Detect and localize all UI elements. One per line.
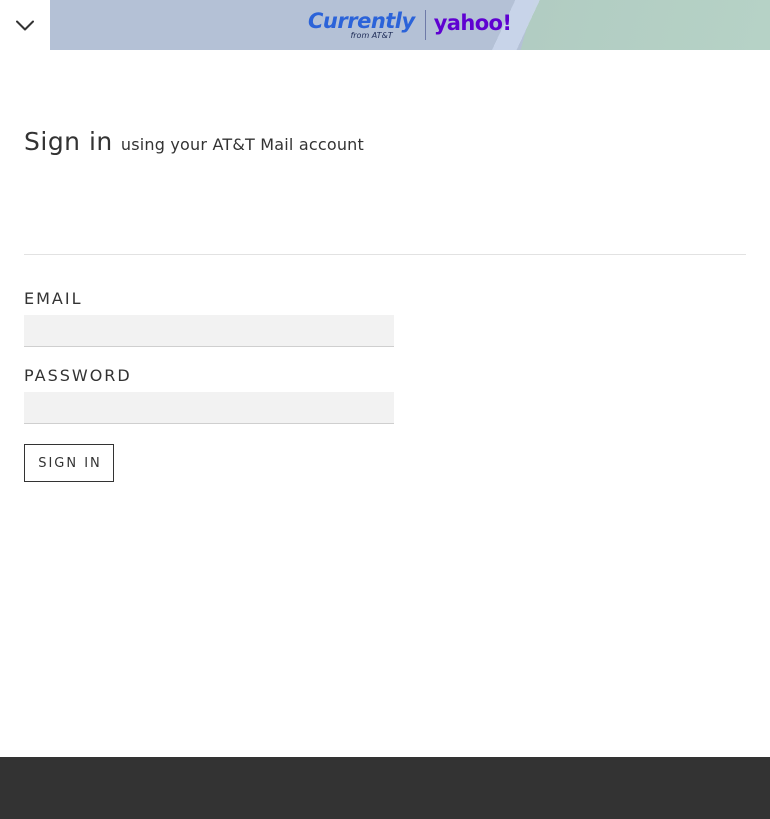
page-footer — [0, 757, 770, 819]
brand-logos: Currently from AT&T yahoo! — [308, 6, 512, 44]
password-field[interactable] — [24, 392, 394, 424]
sign-in-button[interactable]: SIGN IN — [24, 444, 114, 482]
chevron-down-icon — [16, 16, 34, 35]
currently-logo-text: Currently — [308, 8, 415, 33]
yahoo-logo: yahoo! — [433, 11, 512, 35]
page-title-subtitle: using your AT&T Mail account — [120, 135, 364, 154]
section-divider — [24, 254, 746, 255]
currently-logo: Currently from AT&T — [308, 8, 415, 40]
collapse-button[interactable] — [0, 0, 50, 50]
page-title-main: Sign in — [24, 127, 113, 156]
brand-banner[interactable]: Currently from AT&T yahoo! — [50, 0, 770, 50]
currently-logo-subtext: from AT&T — [350, 30, 393, 40]
password-label: PASSWORD — [24, 366, 132, 385]
brand-divider — [424, 10, 426, 40]
top-bar: Currently from AT&T yahoo! — [0, 0, 770, 50]
email-label: EMAIL — [24, 289, 83, 308]
email-field[interactable] — [24, 315, 394, 347]
page-title: Sign in using your AT&T Mail account — [24, 127, 364, 156]
